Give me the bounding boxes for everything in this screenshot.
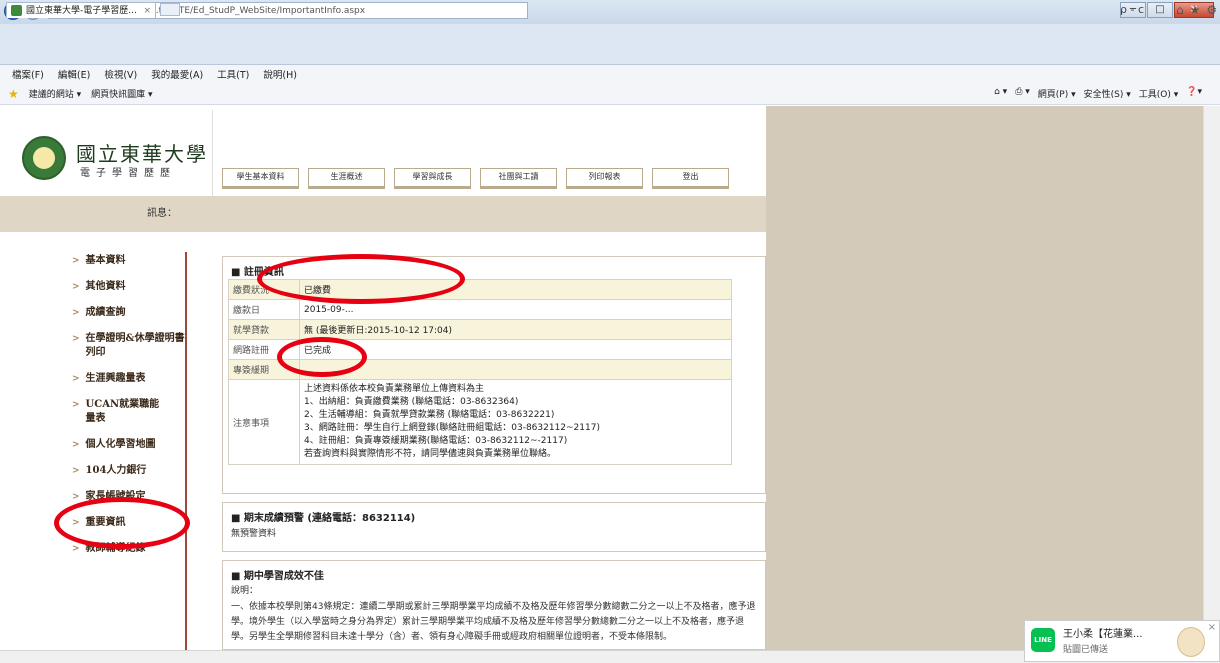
note-line: 4、註冊組：負責專簽緩期業務(聯絡電話：03-8632112~-2117): [304, 436, 568, 446]
tab-favicon-icon: [11, 5, 22, 16]
command-safety[interactable]: 安全性(S) ▾: [1084, 87, 1131, 100]
menu-file[interactable]: 檔案(F): [12, 67, 44, 81]
notes-cell: 上述資料係依本校負責業務單位上傳資料為主 1、出納組：負責繳費業務 (聯絡電話：…: [299, 379, 732, 465]
note-line: 1、出納組：負責繳費業務 (聯絡電話：03-8632364): [304, 397, 519, 407]
menu-edit[interactable]: 編輯(E): [58, 67, 90, 81]
sidebar-item-career-interest[interactable]: > 生涯興趣量表: [72, 372, 186, 386]
sidebar-item-other-info[interactable]: > 其他資料: [72, 280, 186, 294]
note-line: 上述資料係依本校負責業務單位上傳資料為主: [304, 384, 485, 394]
browser-tab[interactable]: 國立東華大學-電子學習歷... ×: [6, 2, 156, 18]
tab-print-reports[interactable]: 列印報表: [566, 168, 643, 189]
menu-view[interactable]: 檢視(V): [104, 67, 137, 81]
notification-message: 貼圖已傳送: [1063, 645, 1109, 655]
arrow-icon: >: [72, 466, 80, 476]
table-row: 注意事項 上述資料係依本校負責業務單位上傳資料為主 1、出納組：負責繳費業務 (…: [228, 379, 732, 465]
annotation-ring: [54, 497, 190, 549]
midterm-label: 說明：: [231, 586, 259, 596]
tab-logout[interactable]: 登出: [652, 168, 729, 189]
arrow-icon: >: [72, 256, 80, 266]
sidebar-item-104-bank[interactable]: >104人力銀行: [72, 464, 186, 478]
midterm-panel: ■ 期中學習成效不佳 說明： 一、依據本校學則第43條規定：連續二學期或累計三學…: [222, 560, 766, 650]
message-band: [0, 196, 766, 232]
line-app-icon: LINE: [1031, 628, 1055, 652]
arrow-icon: >: [72, 334, 80, 344]
tab-learning-growth[interactable]: 學習與成長: [394, 168, 471, 189]
final-warning-text: 無預警資料: [231, 529, 277, 539]
search-refresh-controls[interactable]: ρ - c: [1120, 3, 1144, 16]
command-page[interactable]: 網頁(P) ▾: [1038, 87, 1076, 100]
header-divider: [212, 110, 213, 196]
system-name: 電子學習歷歷: [80, 168, 176, 179]
row-key: 繳款日: [228, 299, 300, 320]
table-row: 繳款日 2015-09-...: [228, 299, 732, 320]
command-bar: ⌂ ▾ ⎙ ▾ 網頁(P) ▾ 安全性(S) ▾ 工具(O) ▾ ❓▾: [994, 87, 1202, 100]
sticker-icon: [1177, 627, 1205, 657]
table-row: 就學貸款 無 (最後更新日:2015-10-12 17:04): [228, 319, 732, 340]
note-line: 3、網路註冊：學生自行上網登錄(聯絡註冊組電話：03-8632112~2117): [304, 423, 600, 433]
line-notification[interactable]: LINE 王小柔【花蓮業... 貼圖已傳送 ×: [1024, 620, 1220, 662]
command-tools[interactable]: 工具(O) ▾: [1139, 87, 1179, 100]
sidebar-item-basic-info[interactable]: > 基本資料: [72, 254, 186, 268]
note-line: 2、生活輔導組：負責就學貸款業務 (聯絡電話：03-8632221): [304, 410, 555, 420]
menu-favorites[interactable]: 我的最愛(A): [151, 67, 203, 81]
final-warning-panel: ■ 期末成績預警 (連絡電話：8632114) 無預警資料: [222, 502, 766, 552]
message-label: 訊息：: [147, 208, 177, 219]
arrow-icon: >: [72, 544, 80, 554]
sidebar-item-learning-map[interactable]: > 個人化學習地圖: [72, 438, 186, 452]
favorites-star-icon[interactable]: ★: [8, 87, 19, 101]
note-line: 若查詢資料與實際情形不符，請同學儘速與負責業務單位聯絡。: [304, 449, 557, 459]
arrow-icon: >: [72, 374, 80, 384]
scrollbar[interactable]: [1203, 106, 1220, 650]
midterm-title: ■ 期中學習成效不佳: [231, 571, 324, 582]
new-tab-button[interactable]: [160, 3, 180, 16]
site-nav-tabs: 學生基本資料 生涯概述 學習與成長 社團與工讀 列印報表 登出: [222, 168, 729, 189]
sidebar-item-grades[interactable]: > 成績查詢: [72, 306, 186, 320]
row-key: 注意事項: [228, 379, 300, 465]
home-icon[interactable]: ⌂ ▾: [994, 87, 1007, 100]
tab-career-overview[interactable]: 生涯概述: [308, 168, 385, 189]
notification-sender: 王小柔【花蓮業...: [1063, 629, 1143, 640]
sidebar-item-enrollment-cert[interactable]: > 在學證明&休學證明書列印: [72, 332, 186, 360]
university-name: 國立東華大學: [76, 142, 208, 166]
university-logo-center: [33, 147, 55, 169]
menu-help[interactable]: 說明(H): [263, 67, 297, 81]
menu-tools[interactable]: 工具(T): [217, 67, 249, 81]
notification-close-icon[interactable]: ×: [1208, 622, 1216, 633]
arrow-icon: >: [72, 282, 80, 292]
favorite-suggested-sites[interactable]: 建議的網站 ▾: [29, 87, 81, 100]
tab-bar: [0, 46, 1220, 65]
menu-bar: 檔案(F) 編輯(E) 檢視(V) 我的最愛(A) 工具(T) 說明(H): [0, 65, 1220, 83]
annotation-ring: [257, 254, 465, 304]
annotation-ring: [277, 337, 367, 377]
arrow-icon: >: [72, 308, 80, 318]
tab-clubs-work[interactable]: 社團與工讀: [480, 168, 557, 189]
home-favorites-settings-icons[interactable]: ⌂★⚙: [1176, 3, 1220, 17]
final-warning-title: ■ 期末成績預警 (連絡電話：8632114): [231, 513, 416, 524]
side-background-panel: [766, 106, 1203, 662]
sidebar-divider: [185, 252, 187, 650]
tab-close-icon[interactable]: ×: [143, 4, 151, 18]
help-icon[interactable]: ❓▾: [1186, 87, 1202, 100]
print-icon[interactable]: ⎙ ▾: [1015, 87, 1030, 100]
arrow-icon: >: [72, 440, 80, 450]
maximize-button[interactable]: □: [1147, 2, 1173, 18]
row-value: 無 (最後更新日:2015-10-12 17:04): [299, 319, 732, 340]
favorite-web-slice[interactable]: 網頁快訊圖庫 ▾: [91, 87, 152, 100]
row-key: 就學貸款: [228, 319, 300, 340]
sidebar-item-ucan[interactable]: > UCAN就業職能量表: [72, 398, 186, 426]
midterm-text: 一、依據本校學則第43條規定：連續二學期或累計三學期學業平均成績不及格及歷年修習…: [231, 602, 756, 642]
tab-title: 國立東華大學-電子學習歷...: [26, 5, 137, 16]
favorites-bar: ★ 建議的網站 ▾ 網頁快訊圖庫 ▾ ⌂ ▾ ⎙ ▾ 網頁(P) ▾ 安全性(S…: [0, 83, 1220, 105]
tab-student-basic-info[interactable]: 學生基本資料: [222, 168, 299, 189]
arrow-icon: >: [72, 400, 80, 410]
navigation-bar: [0, 24, 1220, 46]
